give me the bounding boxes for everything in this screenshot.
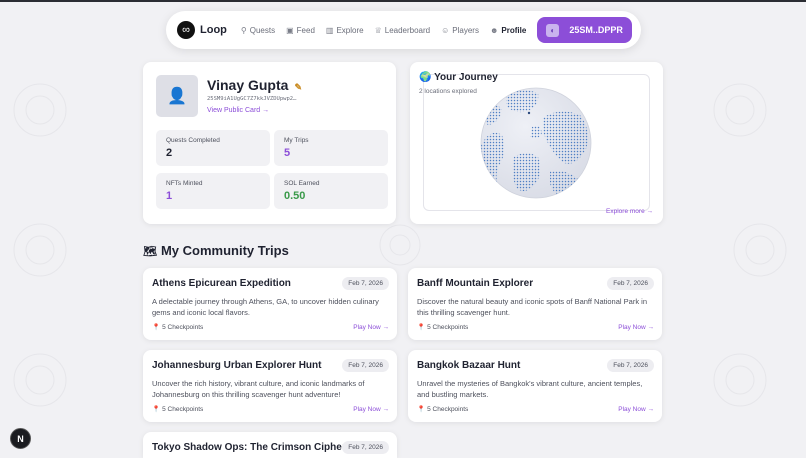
user-icon: ☻: [489, 25, 499, 35]
camera-icon: ▣: [286, 25, 294, 35]
dev-tools-badge[interactable]: N: [10, 428, 31, 449]
trip-date-badge: Feb 7, 2026: [607, 359, 654, 372]
profile-name-row: Vinay Gupta ✎: [207, 77, 302, 93]
trip-card[interactable]: Athens Epicurean Expedition Feb 7, 2026 …: [143, 268, 397, 340]
trip-description: Discover the natural beauty and iconic s…: [417, 297, 647, 317]
avatar: 👤: [156, 75, 198, 117]
pin-icon: 📍: [152, 406, 161, 413]
trip-checkpoints: 📍 5 Checkpoints: [152, 324, 204, 331]
trip-card[interactable]: Tokyo Shadow Ops: The Crimson Cipher Feb…: [143, 432, 397, 458]
trip-date-badge: Feb 7, 2026: [342, 441, 389, 454]
trip-date-badge: Feb 7, 2026: [342, 277, 389, 290]
trip-name: Johannesburg Urban Explorer Hunt: [152, 360, 322, 371]
background-pattern: [13, 83, 787, 407]
stat-sol-earned: SOL Earned 0.50: [274, 173, 388, 209]
pencil-icon[interactable]: ✎: [294, 82, 302, 92]
trip-description: A delectable journey through Athens, GA,…: [152, 297, 379, 317]
window-top-edge: [0, 0, 806, 2]
trip-checkpoints: 📍 5 Checkpoints: [152, 406, 204, 413]
trip-checkpoints: 📍 5 Checkpoints: [417, 324, 469, 331]
trip-name: Bangkok Bazaar Hunt: [417, 360, 521, 371]
trip-description: Uncover the rich history, vibrant cultur…: [152, 379, 365, 399]
wallet-address-full: 25SM9iA1UgGC7Z7kkJVZDUpwp2…: [207, 96, 297, 102]
wallet-icon: ◐: [546, 23, 560, 37]
map-pin-icon: ⚲: [240, 25, 247, 35]
top-navigation: ∞ Loop ⚲ Quests ▣ Feed ▥ Explore ♕ Leade…: [166, 11, 641, 49]
trip-name: Banff Mountain Explorer: [417, 278, 534, 289]
trip-card[interactable]: Banff Mountain Explorer Feb 7, 2026 Disc…: [408, 268, 662, 340]
play-now-link[interactable]: Play Now →: [618, 406, 654, 413]
community-trips-heading: 🗺 My Community Trips: [143, 243, 289, 258]
nav-item-quests[interactable]: ⚲ Quests: [241, 26, 275, 35]
trip-name: Athens Epicurean Expedition: [152, 278, 291, 289]
view-public-card-link[interactable]: View Public Card →: [207, 107, 269, 114]
trip-checkpoints: 📍 5 Checkpoints: [417, 406, 469, 413]
nav-item-explore[interactable]: ▥ Explore: [326, 26, 364, 35]
explore-more-link[interactable]: Explore more →: [606, 208, 653, 215]
logo[interactable]: ∞ Loop: [177, 21, 227, 39]
globe-icon: 🌍: [419, 72, 432, 83]
journey-card: 🌍 Your Journey 2 locations explored Expl…: [410, 62, 663, 224]
profile-name: Vinay Gupta: [207, 77, 289, 93]
stat-quests-completed: Quests Completed 2: [156, 130, 270, 166]
map-icon: 🗺: [143, 246, 157, 258]
trip-description: Unravel the mysteries of Bangkok's vibra…: [417, 379, 643, 399]
users-icon: ☺: [441, 25, 450, 35]
profile-card: 👤 Vinay Gupta ✎ 25SM9iA1UgGC7Z7kkJVZDUpwp…: [143, 62, 396, 224]
journey-globe[interactable]: [480, 87, 592, 199]
play-now-link[interactable]: Play Now →: [353, 406, 389, 413]
trip-date-badge: Feb 7, 2026: [607, 277, 654, 290]
nav-item-feed[interactable]: ▣ Feed: [286, 26, 315, 35]
nav-item-profile[interactable]: ☻ Profile: [490, 26, 526, 35]
play-now-link[interactable]: Play Now →: [353, 324, 389, 331]
nav-item-leaderboard[interactable]: ♕ Leaderboard: [375, 26, 431, 35]
infinity-icon: ∞: [177, 21, 195, 39]
logo-text: Loop: [200, 24, 227, 36]
pin-icon: 📍: [152, 324, 161, 331]
trip-card[interactable]: Bangkok Bazaar Hunt Feb 7, 2026 Unravel …: [408, 350, 662, 422]
play-now-link[interactable]: Play Now →: [618, 324, 654, 331]
trophy-icon: ♕: [374, 25, 382, 35]
wallet-address: 25SM..DPPR: [569, 25, 623, 35]
bar-chart-icon: ▥: [325, 25, 334, 35]
wallet-button[interactable]: ◐ 25SM..DPPR: [537, 17, 632, 43]
stat-nfts-minted: NFTs Minted 1: [156, 173, 270, 209]
pin-icon: 📍: [417, 406, 426, 413]
trip-date-badge: Feb 7, 2026: [342, 359, 389, 372]
trip-name: Tokyo Shadow Ops: The Crimson Cipher: [152, 442, 346, 453]
journey-subtitle: 2 locations explored: [419, 88, 477, 95]
user-avatar-icon: 👤: [167, 88, 187, 105]
pin-icon: 📍: [417, 324, 426, 331]
stat-my-trips[interactable]: My Trips 5: [274, 130, 388, 166]
trip-card[interactable]: Johannesburg Urban Explorer Hunt Feb 7, …: [143, 350, 397, 422]
journey-title: 🌍 Your Journey: [419, 72, 498, 83]
nav-item-players[interactable]: ☺ Players: [441, 26, 479, 35]
